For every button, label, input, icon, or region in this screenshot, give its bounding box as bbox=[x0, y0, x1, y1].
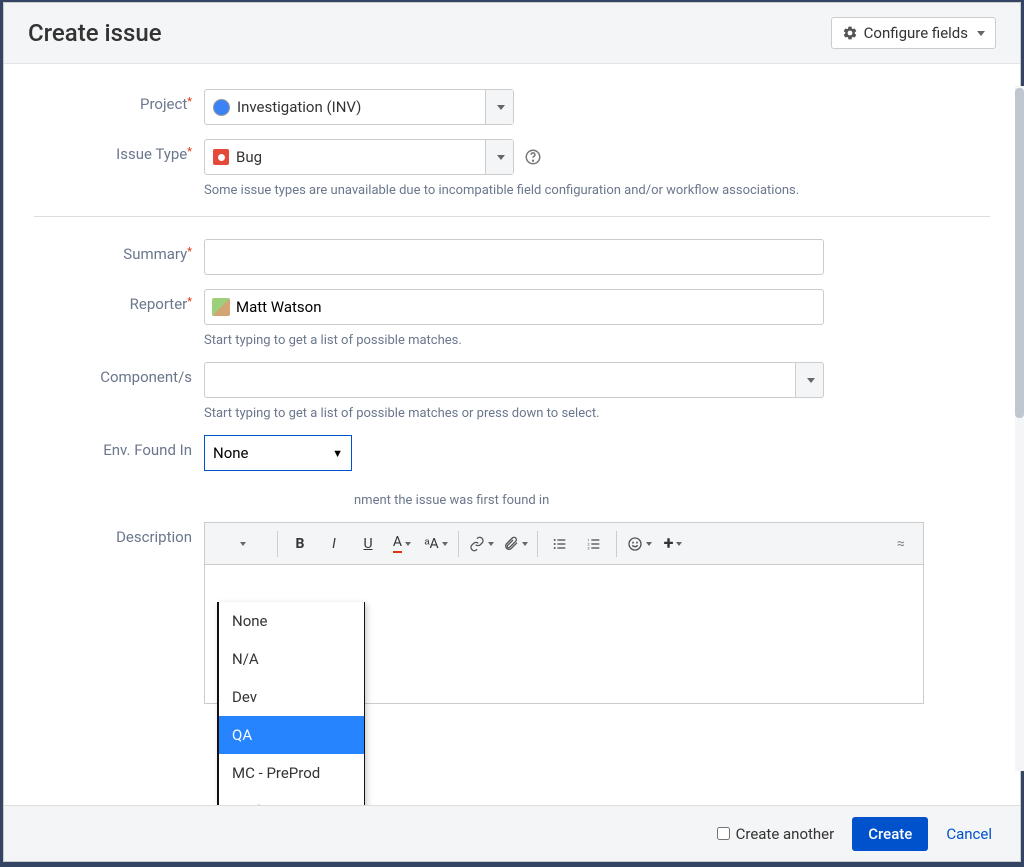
project-label: Project* bbox=[34, 89, 204, 113]
issue-type-value: Bug bbox=[205, 140, 485, 174]
reporter-row: Reporter* Matt Watson Start typing to ge… bbox=[34, 289, 990, 348]
required-marker: * bbox=[187, 295, 192, 308]
caret-down-icon: ▼ bbox=[332, 447, 343, 460]
summary-row: Summary* bbox=[34, 239, 990, 275]
caret-down-icon bbox=[497, 155, 505, 160]
description-row: Description B I U A ᵃA bbox=[34, 522, 990, 704]
attachment-button[interactable] bbox=[499, 529, 531, 559]
style-dropdown[interactable] bbox=[211, 529, 271, 559]
bullet-list-button[interactable] bbox=[544, 529, 576, 559]
required-marker: * bbox=[187, 245, 192, 258]
project-select[interactable]: Investigation (INV) bbox=[204, 89, 514, 125]
project-row: Project* Investigation (INV) bbox=[34, 89, 990, 125]
emoji-button[interactable] bbox=[623, 529, 655, 559]
required-marker: * bbox=[187, 95, 192, 108]
svg-text:3: 3 bbox=[587, 545, 589, 550]
help-icon[interactable] bbox=[524, 148, 542, 166]
underline-button[interactable]: U bbox=[352, 529, 384, 559]
modal-body: Project* Investigation (INV) Issue Type* bbox=[4, 64, 1020, 805]
summary-label: Summary* bbox=[34, 239, 204, 263]
reporter-value: Matt Watson bbox=[236, 298, 322, 316]
editor-toolbar: B I U A ᵃA bbox=[204, 522, 924, 564]
issue-type-row: Issue Type* Bug bbox=[34, 139, 990, 198]
reporter-input[interactable]: Matt Watson bbox=[204, 289, 824, 325]
modal-footer: Create another Create Cancel bbox=[4, 805, 1020, 861]
reporter-label: Reporter* bbox=[34, 289, 204, 313]
env-found-select[interactable]: None ▼ bbox=[204, 435, 352, 471]
create-issue-modal: Create issue Configure fields Project* I… bbox=[3, 2, 1021, 862]
caret-down-icon bbox=[497, 105, 505, 110]
env-found-label: Env. Found In bbox=[34, 435, 204, 459]
summary-input[interactable] bbox=[204, 239, 824, 275]
issue-type-help-text: Some issue types are unavailable due to … bbox=[204, 183, 904, 198]
env-found-dropdown: None N/A Dev QA MC - PreProd Prefix - Be… bbox=[217, 602, 365, 805]
modal-title: Create issue bbox=[28, 19, 162, 47]
components-row: Component/s Start typing to get a list o… bbox=[34, 362, 990, 421]
scrollbar[interactable] bbox=[1015, 86, 1024, 771]
env-option-prefix-beta[interactable]: Prefix - Beta bbox=[219, 792, 364, 805]
components-help-text: Start typing to get a list of possible m… bbox=[204, 406, 904, 421]
required-marker: * bbox=[187, 145, 192, 158]
caret-down-icon bbox=[807, 378, 815, 383]
issue-type-control: Bug Some issue types are unavailable due… bbox=[204, 139, 990, 198]
more-button[interactable]: + bbox=[657, 529, 689, 559]
expand-button[interactable]: ≈ bbox=[885, 529, 917, 559]
env-found-help-text: nment the issue was first found in bbox=[204, 493, 904, 508]
create-another-checkbox[interactable] bbox=[717, 827, 730, 840]
issue-type-label: Issue Type* bbox=[34, 139, 204, 163]
project-dropdown-button[interactable] bbox=[485, 90, 513, 124]
project-control: Investigation (INV) bbox=[204, 89, 990, 125]
divider bbox=[34, 216, 990, 217]
bug-icon bbox=[213, 149, 229, 165]
ordered-list-button[interactable]: 123 bbox=[578, 529, 610, 559]
env-option-none[interactable]: None bbox=[219, 602, 364, 640]
env-option-mc-preprod[interactable]: MC - PreProd bbox=[219, 754, 364, 792]
env-option-dev[interactable]: Dev bbox=[219, 678, 364, 716]
description-label: Description bbox=[34, 522, 204, 546]
components-dropdown-button[interactable] bbox=[796, 362, 824, 398]
env-option-qa[interactable]: QA bbox=[219, 716, 364, 754]
avatar bbox=[212, 298, 230, 316]
scrollbar-thumb[interactable] bbox=[1015, 88, 1024, 418]
project-icon bbox=[213, 99, 230, 116]
reporter-help-text: Start typing to get a list of possible m… bbox=[204, 333, 904, 348]
gear-icon bbox=[842, 25, 858, 41]
components-input[interactable] bbox=[204, 362, 796, 398]
create-button[interactable]: Create bbox=[852, 817, 928, 851]
modal-header: Create issue Configure fields bbox=[4, 3, 1020, 64]
create-another-label[interactable]: Create another bbox=[717, 825, 835, 843]
text-color-button[interactable]: A bbox=[386, 529, 418, 559]
components-label: Component/s bbox=[34, 362, 204, 386]
configure-fields-button[interactable]: Configure fields bbox=[831, 17, 996, 49]
italic-button[interactable]: I bbox=[318, 529, 350, 559]
env-found-row: Env. Found In None ▼ nment the issue was… bbox=[34, 435, 990, 508]
link-button[interactable] bbox=[465, 529, 497, 559]
caret-down-icon bbox=[977, 31, 985, 36]
env-option-na[interactable]: N/A bbox=[219, 640, 364, 678]
issue-type-select[interactable]: Bug bbox=[204, 139, 514, 175]
issue-type-dropdown-button[interactable] bbox=[485, 140, 513, 174]
cancel-link[interactable]: Cancel bbox=[946, 825, 992, 843]
project-value: Investigation (INV) bbox=[205, 90, 485, 124]
clear-format-button[interactable]: ᵃA bbox=[420, 529, 452, 559]
bold-button[interactable]: B bbox=[284, 529, 316, 559]
configure-fields-label: Configure fields bbox=[864, 24, 968, 42]
